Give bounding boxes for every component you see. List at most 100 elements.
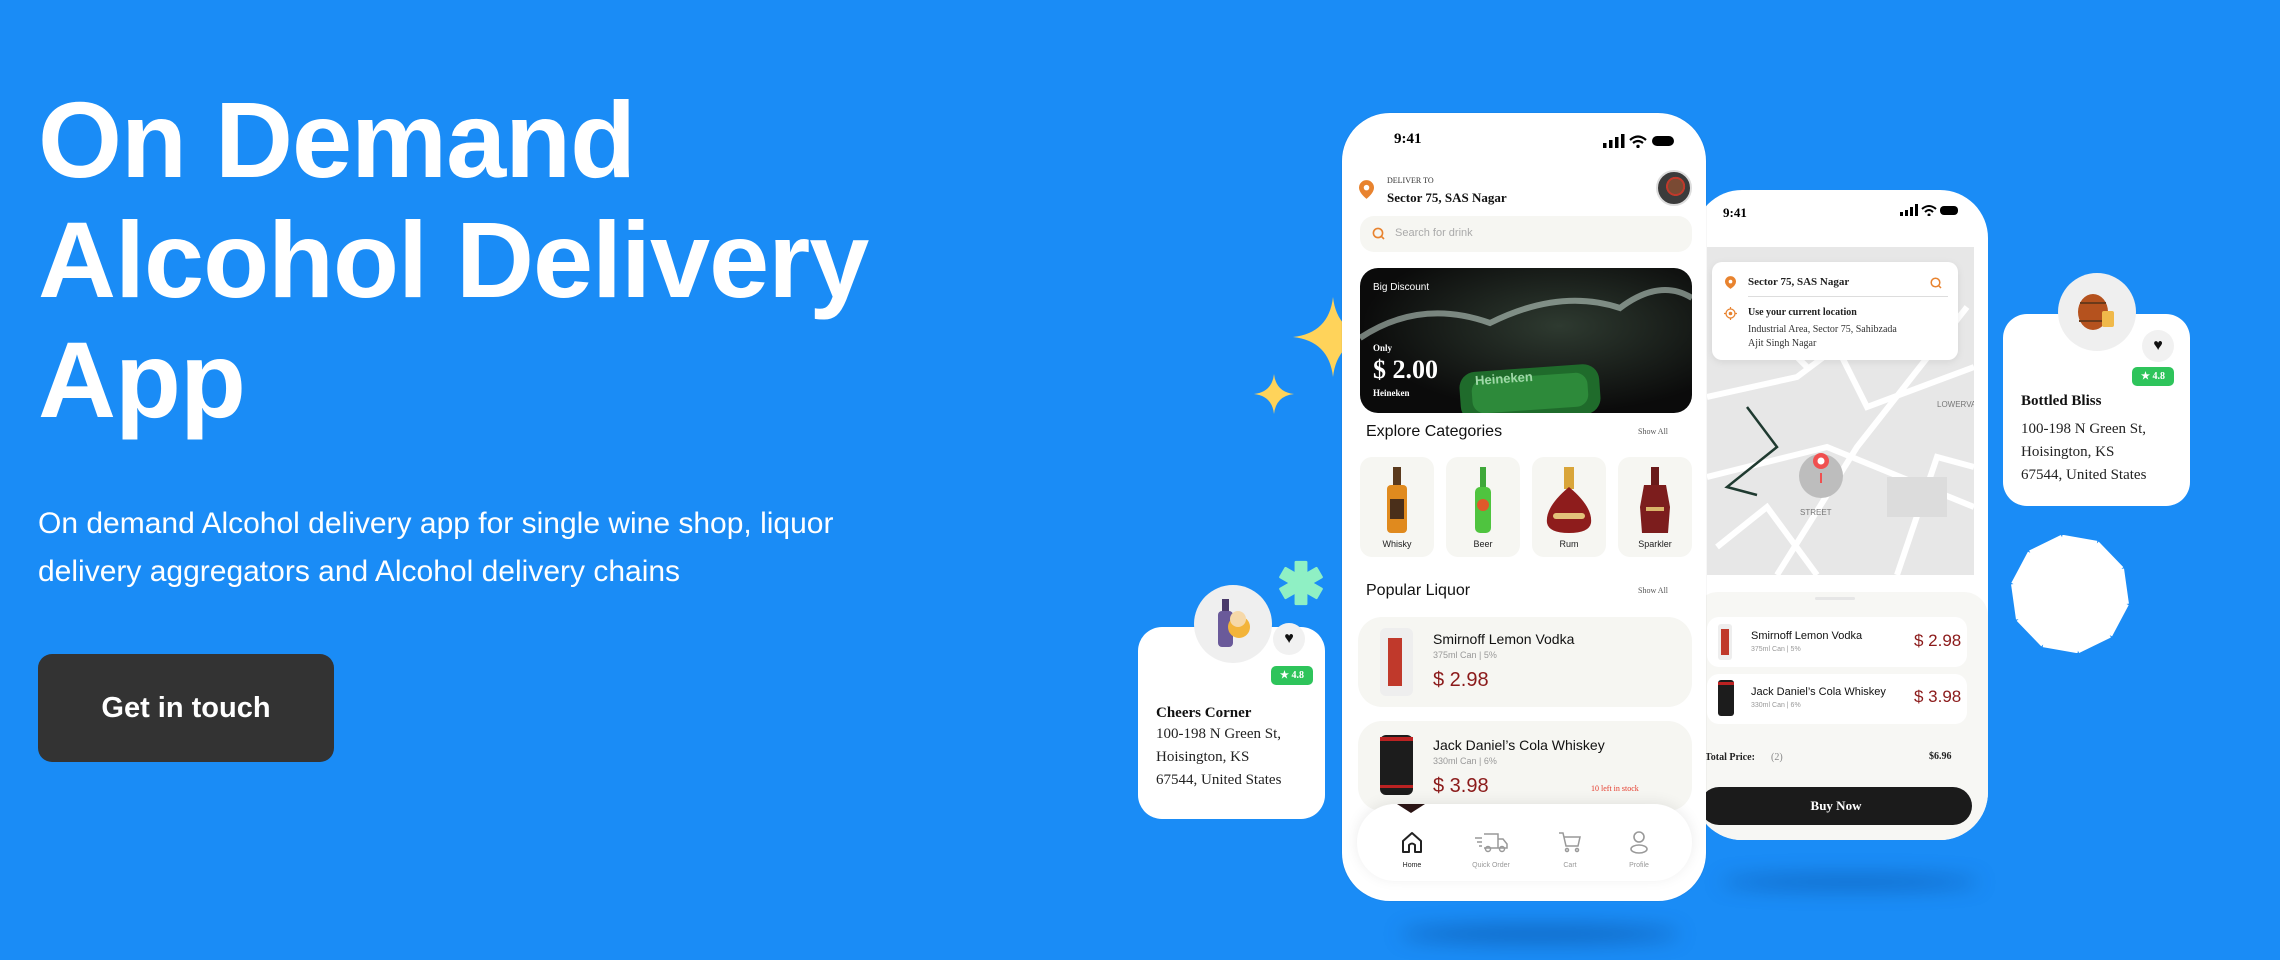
sheet-handle[interactable]: [1815, 597, 1855, 600]
store-image: [1194, 585, 1272, 663]
category-sparkler[interactable]: Sparkler: [1618, 457, 1692, 557]
search-icon: [1372, 227, 1385, 240]
hero-title: On Demand Alcohol Delivery App: [38, 79, 869, 440]
store-name: Bottled Bliss: [2021, 393, 2102, 409]
use-current-location[interactable]: Use your current location: [1748, 308, 1857, 318]
profile-icon: [1630, 831, 1648, 854]
nav-label: Cart: [1563, 862, 1577, 869]
show-all-link[interactable]: Show All: [1638, 428, 1668, 436]
banner-price: $ 2.00: [1373, 355, 1438, 384]
map-label: LOWERVAL: [1937, 401, 1974, 409]
section-title: Popular Liquor: [1366, 582, 1471, 599]
total-label: Total Price:: [1705, 752, 1755, 763]
nav-home[interactable]: Home: [1377, 830, 1447, 869]
store-address: 100-198 N Green St, Hoisington, KS 67544, …: [1156, 723, 1281, 792]
banner-only: Only: [1373, 343, 1393, 353]
can-label: Heineken: [1474, 369, 1534, 388]
search-placeholder: Search for drink: [1395, 227, 1473, 239]
category-label: Rum: [1559, 539, 1579, 549]
current-address-line: Ajit Singh Nagar: [1748, 338, 1817, 349]
status-icons: [1900, 204, 1958, 216]
favorite-heart-icon[interactable]: ♥: [2142, 330, 2174, 362]
show-all-link[interactable]: Show All: [1638, 587, 1668, 595]
product-name: Jack Daniel’s Cola Whiskey: [1433, 737, 1605, 753]
total-value: $6.96: [1929, 751, 1952, 762]
search-icon[interactable]: [1930, 277, 1942, 289]
truck-icon: [1475, 833, 1508, 853]
store-image: [2058, 273, 2136, 351]
status-icons: [1603, 134, 1674, 148]
vodka-can-image: [1718, 624, 1732, 660]
address-line: Hoisington, KS: [2021, 444, 2115, 460]
product-detail: 375ml Can | 5%: [1433, 650, 1497, 660]
store-name: Cheers Corner: [1156, 705, 1252, 721]
phone-shadow: [1400, 925, 1680, 943]
map-label: STREET: [1800, 508, 1832, 517]
product-price: $ 3.98: [1433, 775, 1489, 797]
beer-bottle-icon: [1475, 467, 1491, 533]
address-line: 67544, United States: [1156, 772, 1282, 788]
location-pin-icon: [1725, 276, 1736, 289]
section-title: Explore Categories: [1366, 423, 1503, 440]
drinks-icon: [1218, 599, 1250, 647]
cart-icon: [1559, 832, 1581, 853]
buy-now-button[interactable]: Buy Now: [1700, 787, 1972, 825]
title-line: On Demand: [38, 79, 636, 200]
banner-tag: Big Discount: [1373, 282, 1430, 293]
stock-label: 10 left in stock: [1591, 784, 1639, 793]
product-name: Smirnoff Lemon Vodka: [1433, 631, 1575, 647]
item-name: Smirnoff Lemon Vodka: [1751, 630, 1863, 642]
location-address[interactable]: Sector 75, SAS Nagar: [1748, 277, 1849, 288]
nav-cart[interactable]: Cart: [1535, 830, 1605, 869]
nav-profile[interactable]: Profile: [1604, 830, 1674, 869]
whiskey-can-image: [1718, 680, 1734, 716]
sparkle-icon: [1254, 374, 1294, 414]
title-line: Alcohol Delivery: [38, 199, 869, 320]
product-price: $ 2.98: [1433, 669, 1489, 691]
home-icon: [1402, 832, 1422, 853]
asterisk-shape-icon: [1279, 560, 1323, 606]
deliver-to-label: DELIVER TO: [1387, 176, 1434, 185]
avatar[interactable]: [1656, 170, 1692, 206]
store-address: 100-198 N Green St, Hoisington, KS 67544, …: [2021, 418, 2146, 487]
status-time: 9:41: [1723, 205, 1747, 220]
asterisk-shape-icon: [2011, 535, 2129, 653]
get-in-touch-button[interactable]: Get in touch: [38, 654, 334, 762]
rating-badge: ★ 4.8: [1271, 666, 1313, 685]
whisky-bottle-icon: [1387, 467, 1407, 533]
nav-label: Profile: [1629, 862, 1649, 869]
nav-label: Quick Order: [1472, 862, 1510, 869]
nav-quick-order[interactable]: Quick Order: [1456, 830, 1526, 869]
total-count: (2): [1771, 752, 1783, 763]
barrel-icon: [2078, 294, 2114, 330]
hero-subtitle: On demand Alcohol delivery app for singl…: [38, 500, 833, 596]
favorite-heart-icon[interactable]: ♥: [1273, 623, 1305, 655]
category-label: Sparkler: [1638, 539, 1672, 549]
sparkler-bottle-icon: [1640, 467, 1670, 533]
banner-brand: Heineken: [1373, 388, 1410, 398]
item-detail: 375ml Can | 5%: [1751, 646, 1801, 653]
subtitle-line: delivery aggregators and Alcohol deliver…: [38, 555, 681, 588]
nav-label: Home: [1402, 862, 1422, 869]
category-beer[interactable]: Beer: [1446, 457, 1520, 557]
store-card-bottled-bliss[interactable]: ♥ ★ 4.8 Bottled Bliss 100-198 N Green St…: [2003, 273, 2190, 506]
current-location-icon: [1724, 307, 1737, 320]
divider: [1748, 296, 1948, 297]
active-indicator: [1397, 804, 1425, 813]
item-detail: 330ml Can | 6%: [1751, 702, 1801, 709]
phone-shadow: [1720, 875, 1980, 889]
rum-bottle-icon: [1546, 467, 1592, 533]
item-price: $ 3.98: [1914, 687, 1962, 706]
address-line: 100-198 N Green St,: [2021, 421, 2146, 437]
address-line: Hoisington, KS: [1156, 749, 1250, 765]
category-rum[interactable]: Rum: [1532, 457, 1606, 557]
store-card-cheers-corner[interactable]: ♥ ★ 4.8 Cheers Corner 100-198 N Green St…: [1138, 585, 1325, 819]
item-price: $ 2.98: [1914, 631, 1962, 650]
delivery-address[interactable]: Sector 75, SAS Nagar: [1387, 191, 1507, 204]
current-address-line: Industrial Area, Sector 75, Sahibzada: [1748, 324, 1897, 335]
category-whisky[interactable]: Whisky: [1360, 457, 1434, 557]
rating-badge: ★ 4.8: [2132, 367, 2174, 386]
whiskey-can-image: [1380, 735, 1413, 795]
item-name: Jack Daniel’s Cola Whiskey: [1751, 686, 1886, 698]
address-line: 100-198 N Green St,: [1156, 726, 1281, 742]
